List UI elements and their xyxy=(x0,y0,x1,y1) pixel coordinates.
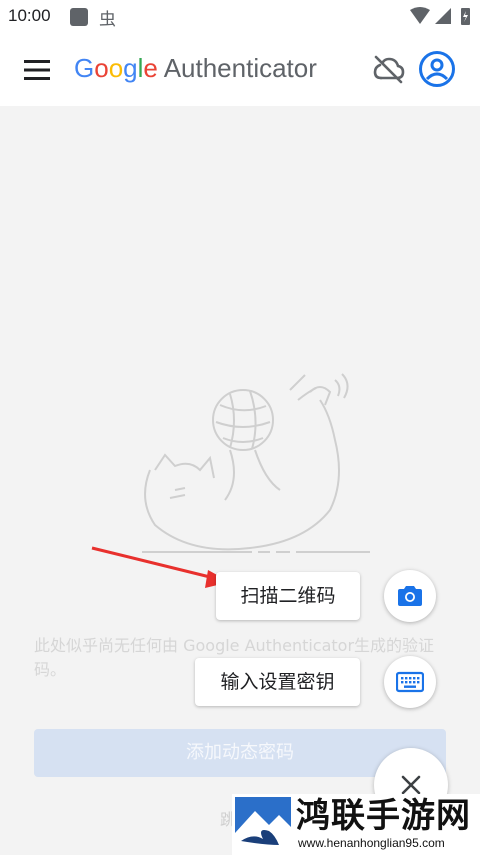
watermark-title: 鸿联手游网 xyxy=(296,796,471,836)
enter-key-option[interactable]: 输入设置密钥 xyxy=(195,658,360,706)
cat-yarn-illustration xyxy=(142,373,370,553)
watermark-url: www.henanhonglian95.com xyxy=(298,836,445,850)
watermark-logo-icon xyxy=(235,797,291,851)
status-bar: 10:00 虫 xyxy=(0,0,480,34)
cloud-off-icon[interactable] xyxy=(373,54,405,84)
camera-icon xyxy=(398,586,422,606)
app-bar: Google Authenticator xyxy=(0,34,480,106)
menu-icon[interactable] xyxy=(24,59,50,81)
enter-key-fab[interactable] xyxy=(384,656,436,708)
notification-app-icon xyxy=(70,8,88,26)
scan-qr-option[interactable]: 扫描二维码 xyxy=(216,572,360,620)
status-time: 10:00 xyxy=(8,6,51,25)
debug-icon: 虫 xyxy=(99,10,116,30)
product-name: Authenticator xyxy=(163,53,317,83)
scan-qr-fab[interactable] xyxy=(384,570,436,622)
account-circle-icon[interactable] xyxy=(418,50,456,88)
keyboard-icon xyxy=(396,671,424,693)
watermark: 鸿联手游网 www.henanhonglian95.com xyxy=(232,794,480,855)
app-title: Google Authenticator xyxy=(74,53,317,83)
status-indicators-icon xyxy=(410,7,470,25)
close-icon xyxy=(401,775,421,795)
